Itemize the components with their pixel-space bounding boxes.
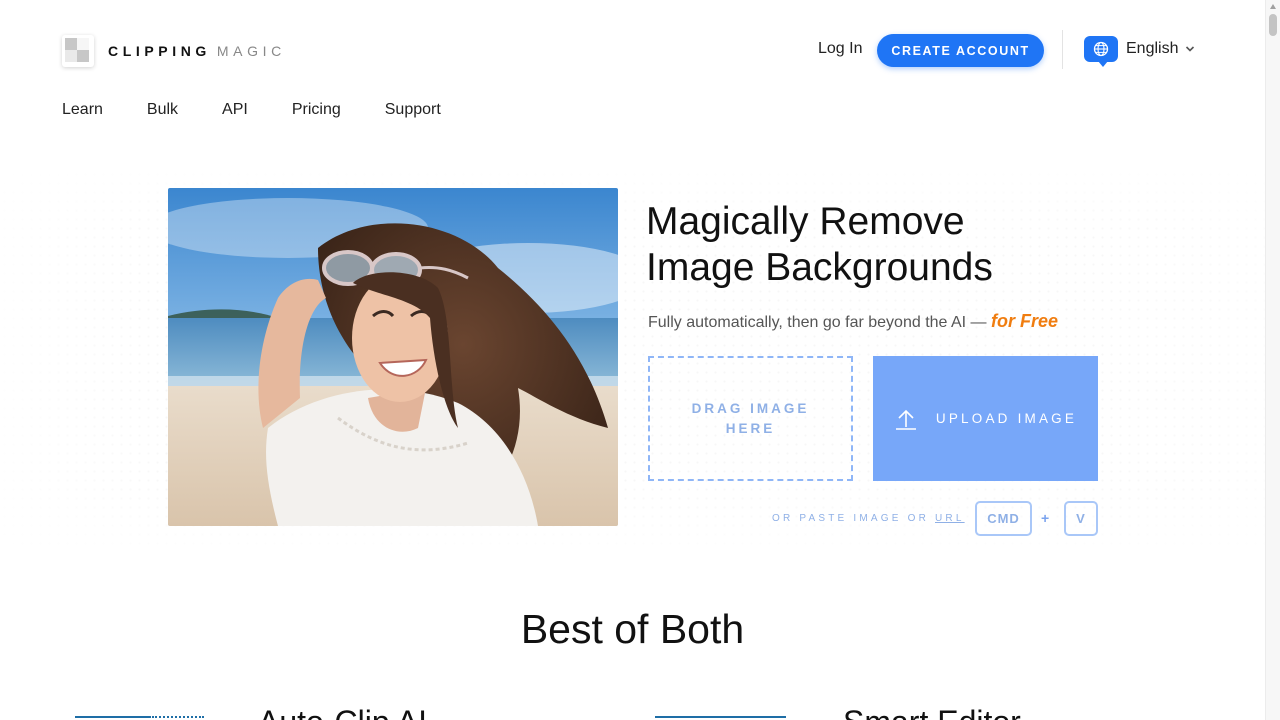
login-link[interactable]: Log In [818,40,862,58]
paste-url-link[interactable]: URL [935,513,965,524]
auto-clip-thumbnail [75,716,151,720]
logo-primary-text: CLIPPING [108,43,211,59]
hero-headline: Magically Remove Image Backgrounds [646,199,1106,291]
globe-icon [1084,36,1118,67]
upload-label: UPLOAD IMAGE [935,411,1078,426]
hero-photo [168,188,618,526]
chevron-down-icon [1186,46,1195,52]
nav-api[interactable]: API [222,101,248,119]
paste-hint: OR PASTE IMAGE OR URL [772,513,965,524]
smart-editor-heading: Smart Editor [843,704,1021,720]
cmd-key: CMD [975,501,1032,536]
nav-learn[interactable]: Learn [62,101,103,119]
drag-drop-zone[interactable]: DRAG IMAGE HERE [648,356,853,481]
upload-image-button[interactable]: UPLOAD IMAGE [873,356,1098,481]
v-key: V [1064,501,1098,536]
subtitle-highlight: for Free [991,311,1059,331]
nav-support[interactable]: Support [385,101,441,119]
upload-icon [895,409,916,430]
smart-editor-thumbnail [655,716,786,720]
headline-line-1: Magically Remove [646,200,965,243]
headline-line-2: Image Backgrounds [646,246,993,289]
header-divider [1062,30,1063,69]
language-selector[interactable]: English [1084,36,1195,67]
scrollbar-thumb[interactable] [1269,14,1277,36]
auto-clip-heading: Auto-Clip AI [258,704,427,720]
main-nav: Learn Bulk API Pricing Support [62,101,485,119]
scroll-up-arrow-icon[interactable] [1270,4,1276,9]
logo[interactable]: CLIPPING MAGIC [62,35,286,67]
scrollbar[interactable] [1265,0,1280,720]
subtitle-text: Fully automatically, then go far beyond … [648,314,987,331]
logo-secondary-text: MAGIC [216,43,286,59]
nav-bulk[interactable]: Bulk [147,101,178,119]
paste-label: OR PASTE IMAGE OR [772,513,930,524]
plus-sign: + [1041,510,1050,526]
drag-label: DRAG IMAGE HERE [691,400,810,436]
create-account-button[interactable]: CREATE ACCOUNT [877,34,1044,67]
page: CLIPPING MAGIC Log In CREATE ACCOUNT Eng… [0,0,1265,720]
nav-pricing[interactable]: Pricing [292,101,341,119]
hero-subtitle: Fully automatically, then go far beyond … [648,311,1058,332]
language-label: English [1126,40,1179,57]
section-title: Best of Both [520,606,745,652]
logo-mark-icon [62,35,94,67]
